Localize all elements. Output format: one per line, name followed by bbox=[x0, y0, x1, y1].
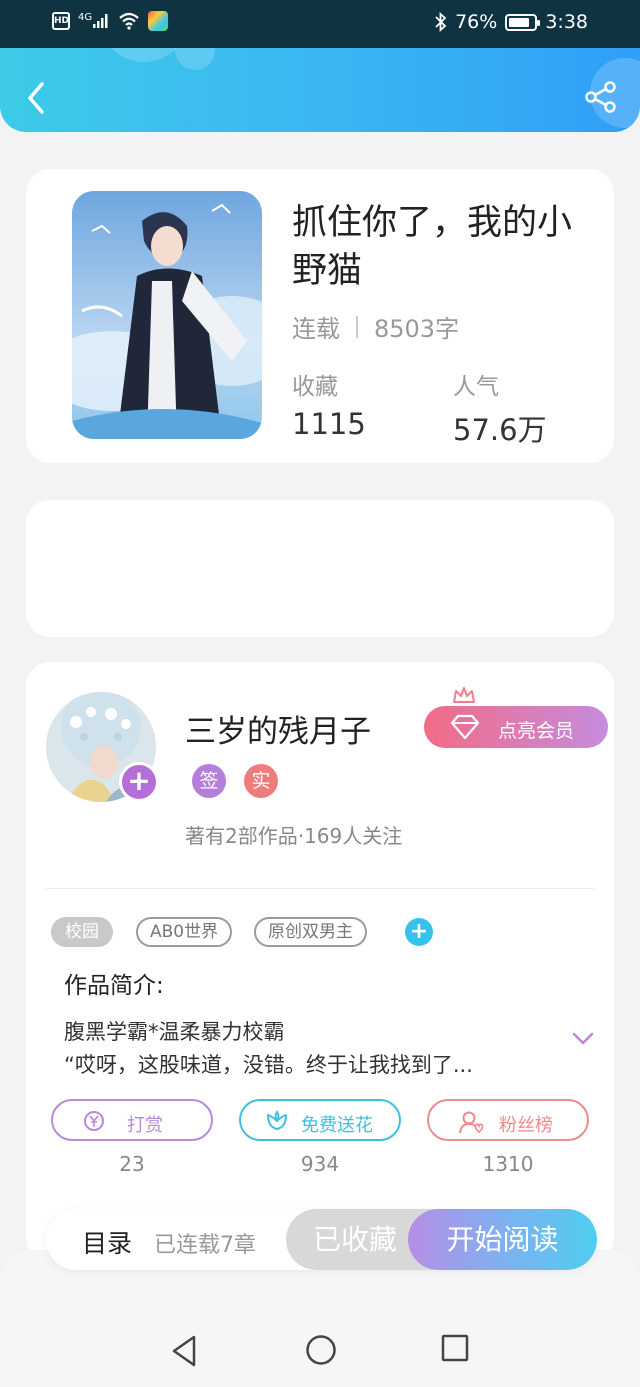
catalog-button[interactable]: 目录 bbox=[82, 1224, 132, 1260]
fan-ranking-button[interactable]: 粉丝榜 bbox=[427, 1099, 589, 1141]
start-reading-button[interactable]: 开始阅读 bbox=[408, 1209, 597, 1270]
battery-icon bbox=[505, 13, 541, 31]
favorites-label: 收藏 bbox=[292, 374, 338, 400]
wifi-icon bbox=[119, 12, 139, 30]
book-title: 抓住你了，我的小野猫 bbox=[292, 203, 573, 291]
fan-ranking-label: 粉丝榜 bbox=[499, 1115, 553, 1136]
hd-icon: HD bbox=[52, 12, 70, 30]
verified-badge: 实 bbox=[244, 764, 278, 798]
back-icon[interactable] bbox=[22, 80, 52, 116]
bottom-action-bar: 目录 已连载7章 已收藏 开始阅读 bbox=[46, 1209, 597, 1270]
send-flower-label: 免费送花 bbox=[301, 1115, 373, 1136]
status-bar: HD 4G 76% 3:38 bbox=[0, 0, 640, 48]
tag-abo-world[interactable]: AB0世界 bbox=[136, 917, 233, 947]
tag-original-bl[interactable]: 原创双男主 bbox=[254, 917, 367, 947]
tag-campus[interactable]: 校园 bbox=[51, 917, 113, 947]
clock: 3:38 bbox=[545, 11, 588, 33]
author-name: 三岁的残月子 bbox=[185, 714, 371, 750]
crown-icon bbox=[453, 687, 475, 703]
divider bbox=[46, 888, 594, 889]
yen-coin-icon bbox=[84, 1111, 104, 1131]
chapter-progress: 已连载7章 bbox=[154, 1233, 256, 1258]
chevron-down-icon[interactable] bbox=[572, 1032, 594, 1046]
fan-count: 1310 bbox=[482, 1152, 534, 1176]
network-label: 4G bbox=[78, 11, 93, 23]
signed-badge: 签 bbox=[192, 764, 226, 798]
popularity-value: 57.6万 bbox=[453, 413, 547, 447]
follow-author-button[interactable]: + bbox=[119, 762, 159, 802]
nav-back-icon[interactable] bbox=[170, 1334, 198, 1368]
intro-line-2: “哎呀，这股味道，没错。终于让我找到了... bbox=[64, 1053, 473, 1077]
add-tag-button[interactable]: + bbox=[405, 918, 433, 946]
blank-card bbox=[26, 500, 614, 637]
header: HD 4G 76% 3:38 bbox=[0, 0, 640, 132]
system-nav-area bbox=[0, 1250, 640, 1387]
reward-label: 打赏 bbox=[127, 1115, 163, 1136]
app-notification-icon bbox=[148, 11, 169, 31]
bluetooth-icon bbox=[435, 12, 447, 32]
book-meta: 连载 8503字 bbox=[292, 309, 459, 344]
nav-home-icon[interactable] bbox=[305, 1334, 337, 1366]
reward-button[interactable]: 打赏 bbox=[51, 1099, 213, 1141]
cover-illustration bbox=[72, 191, 262, 439]
book-cover[interactable] bbox=[72, 191, 262, 439]
author-card: + 三岁的残月子 签 实 著有2部作品·169人关注 点亮会员 校园 AB0世界… bbox=[26, 662, 614, 1262]
word-count: 8503字 bbox=[374, 315, 460, 343]
signal-icon bbox=[93, 14, 108, 28]
vip-button[interactable]: 点亮会员 bbox=[424, 706, 608, 748]
popularity-label: 人气 bbox=[453, 374, 499, 400]
send-flower-button[interactable]: 免费送花 bbox=[239, 1099, 401, 1141]
fans-icon bbox=[459, 1111, 484, 1134]
intro-title: 作品简介: bbox=[64, 973, 164, 999]
diamond-icon bbox=[450, 714, 480, 740]
vip-label: 点亮会员 bbox=[498, 720, 575, 742]
reward-count: 23 bbox=[119, 1152, 145, 1176]
intro-line-1: 腹黑学霸*温柔暴力校霸 bbox=[64, 1020, 285, 1044]
meta-separator bbox=[356, 315, 358, 338]
book-info-card: 抓住你了，我的小野猫 连载 8503字 收藏 1115 人气 57.6万 bbox=[26, 169, 614, 463]
author-info: 著有2部作品·169人关注 bbox=[185, 824, 403, 848]
share-icon[interactable] bbox=[584, 80, 618, 114]
favorites-value: 1115 bbox=[292, 407, 366, 441]
book-status: 连载 bbox=[292, 315, 340, 343]
flower-count: 934 bbox=[300, 1152, 340, 1176]
battery-percent: 76% bbox=[455, 11, 498, 33]
flower-icon bbox=[267, 1110, 287, 1130]
nav-recent-apps-icon[interactable] bbox=[441, 1334, 469, 1362]
